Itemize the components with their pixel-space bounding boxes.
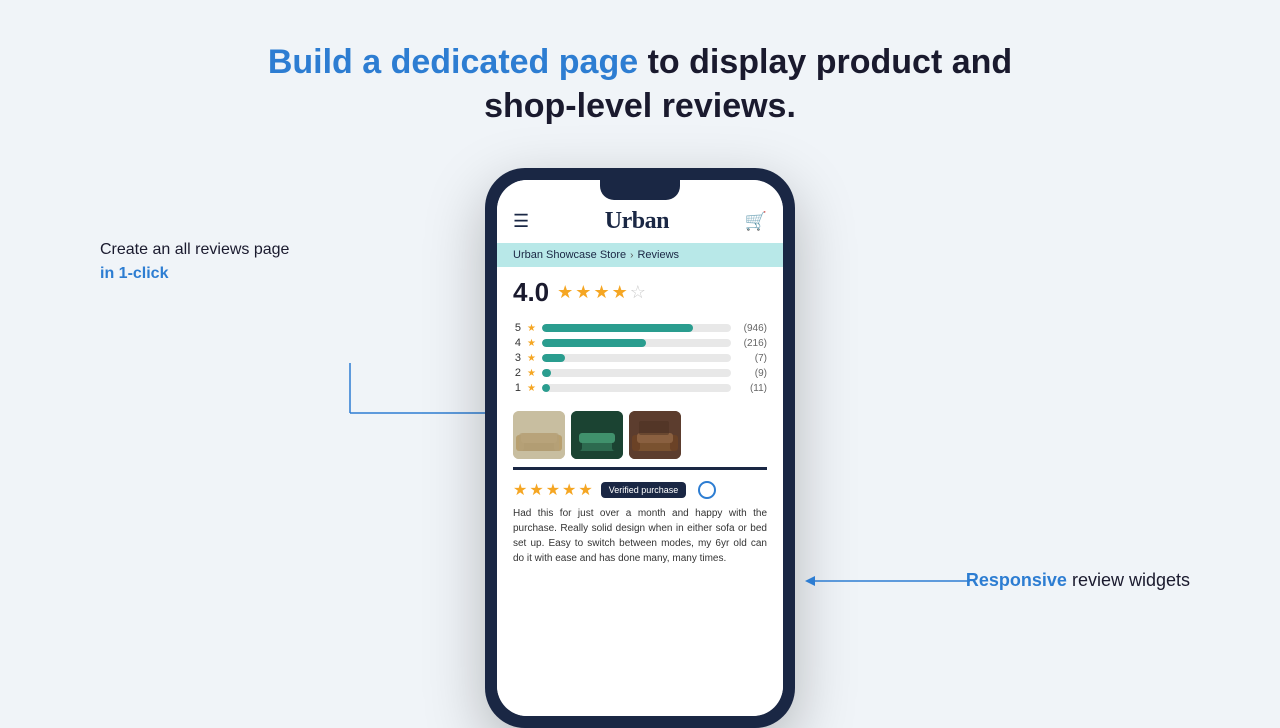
verified-badge: Verified purchase: [601, 482, 687, 498]
bar-count-1: (11): [737, 383, 767, 394]
right-annotation-highlight: Responsive: [966, 570, 1067, 590]
headline-part2: to display product and: [638, 43, 1012, 81]
review-item: ★ ★ ★ ★ ★ Verified purchase Had this for…: [497, 470, 783, 716]
bar-track-1: [542, 384, 731, 392]
bar-label-1: 1: [513, 382, 521, 394]
bar-count-5: (946): [737, 323, 767, 334]
thumbnail-1-image: [513, 411, 565, 459]
thumbnail-3[interactable]: [629, 411, 681, 459]
breadcrumb-store[interactable]: Urban Showcase Store: [513, 249, 626, 261]
menu-icon[interactable]: ☰: [513, 211, 529, 232]
review-star-2: ★: [529, 480, 543, 500]
headline-highlight: Build a dedicated page: [268, 43, 638, 81]
rating-stars: ★ ★ ★ ★ ☆: [557, 282, 646, 303]
review-stars-row: ★ ★ ★ ★ ★ Verified purchase: [513, 480, 767, 500]
bar-track-4: [542, 339, 731, 347]
breadcrumb: Urban Showcase Store › Reviews: [497, 243, 783, 267]
bar-row-5: 5 ★ (946): [513, 322, 767, 334]
phone-notch: [600, 180, 680, 200]
phone-mockup: ☰ Urban 🛒 Urban Showcase Store › Reviews…: [485, 168, 795, 728]
thumbnail-3-image: [629, 411, 681, 459]
thumbnail-2-image: [571, 411, 623, 459]
star-5-empty: ☆: [630, 282, 646, 303]
thumbnail-1[interactable]: [513, 411, 565, 459]
rating-score: 4.0: [513, 277, 549, 308]
bar-fill-3: [542, 354, 565, 362]
bar-label-5: 5: [513, 322, 521, 334]
left-annotation-line1: Create an all reviews page: [100, 238, 289, 262]
bar-star-2: ★: [527, 368, 536, 379]
bar-row-3: 3 ★ (7): [513, 352, 767, 364]
bar-track-5: [542, 324, 731, 332]
bar-fill-5: [542, 324, 693, 332]
headline-part3: shop-level reviews.: [484, 87, 796, 125]
star-2: ★: [575, 282, 591, 303]
bar-label-3: 3: [513, 352, 521, 364]
review-stars: ★ ★ ★ ★ ★: [513, 480, 593, 500]
bar-row-2: 2 ★ (9): [513, 367, 767, 379]
bar-count-2: (9): [737, 368, 767, 379]
page-wrapper: Build a dedicated page to display produc…: [0, 0, 1280, 720]
right-annotation-text: Responsive review widgets: [966, 568, 1190, 593]
star-3: ★: [593, 282, 609, 303]
bar-label-2: 2: [513, 367, 521, 379]
review-text: Had this for just over a month and happy…: [513, 506, 767, 566]
review-star-4: ★: [562, 480, 576, 500]
bar-row-1: 1 ★ (11): [513, 382, 767, 394]
phone-screen: ☰ Urban 🛒 Urban Showcase Store › Reviews…: [497, 180, 783, 716]
bar-fill-4: [542, 339, 646, 347]
bar-track-2: [542, 369, 731, 377]
breadcrumb-separator: ›: [630, 250, 633, 261]
left-annotation: Create an all reviews page in 1-click: [100, 238, 289, 286]
bar-count-4: (216): [737, 338, 767, 349]
content-area: Create an all reviews page in 1-click ☰ …: [0, 158, 1280, 728]
star-4: ★: [612, 282, 628, 303]
thumbnail-2[interactable]: [571, 411, 623, 459]
right-annotation-rest: review widgets: [1067, 570, 1190, 590]
review-star-1: ★: [513, 480, 527, 500]
review-star-3: ★: [546, 480, 560, 500]
rating-bars: 5 ★ (946) 4 ★ (216): [497, 322, 783, 405]
main-headline: Build a dedicated page to display produc…: [268, 40, 1012, 128]
bar-track-3: [542, 354, 731, 362]
review-dot: [698, 481, 716, 499]
right-annotation: Responsive review widgets: [966, 568, 1190, 593]
bar-star-3: ★: [527, 353, 536, 364]
cart-icon[interactable]: 🛒: [745, 211, 767, 232]
bar-row-4: 4 ★ (216): [513, 337, 767, 349]
bar-fill-1: [542, 384, 550, 392]
breadcrumb-page[interactable]: Reviews: [637, 249, 679, 261]
bar-label-4: 4: [513, 337, 521, 349]
left-annotation-line2: in 1-click: [100, 262, 289, 286]
bar-count-3: (7): [737, 353, 767, 364]
bar-star-5: ★: [527, 323, 536, 334]
overall-rating-section: 4.0 ★ ★ ★ ★ ☆: [497, 267, 783, 322]
store-name: Urban: [605, 208, 669, 235]
photo-row: [497, 405, 783, 467]
bar-fill-2: [542, 369, 551, 377]
star-1: ★: [557, 282, 573, 303]
overall-rating-row: 4.0 ★ ★ ★ ★ ☆: [513, 277, 767, 308]
bar-star-4: ★: [527, 338, 536, 349]
bar-star-1: ★: [527, 383, 536, 394]
review-star-5: ★: [578, 480, 592, 500]
